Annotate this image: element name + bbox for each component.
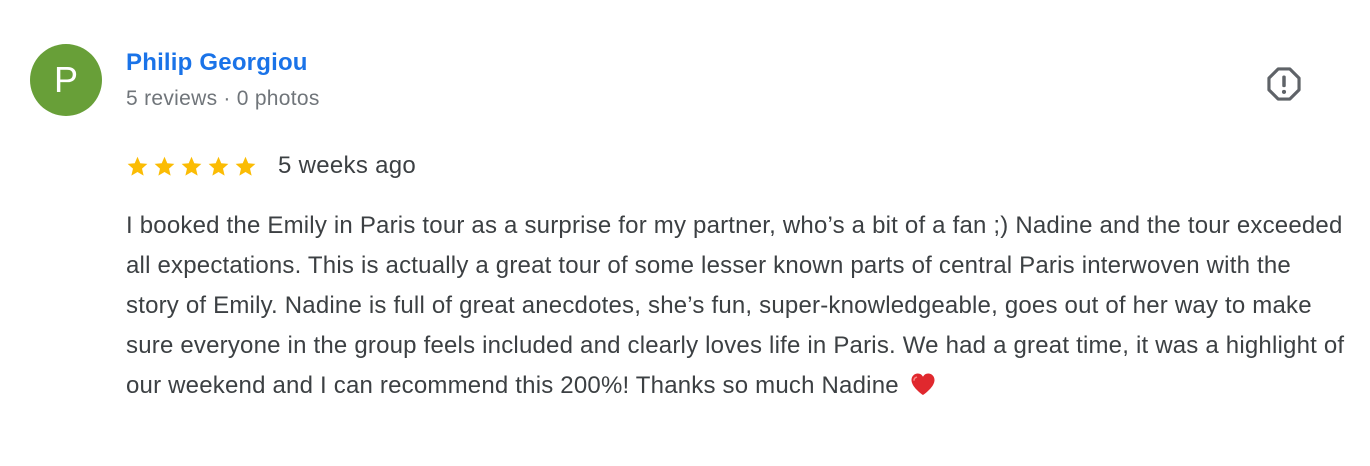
review-body: I booked the Emily in Paris tour as a su… — [126, 212, 1345, 399]
star-icon — [181, 156, 202, 176]
heart-icon — [911, 373, 935, 395]
review-text: I booked the Emily in Paris tour as a su… — [126, 206, 1346, 406]
star-icon — [154, 156, 175, 176]
meta-separator: · — [223, 87, 231, 110]
star-icon — [208, 156, 229, 176]
review-card: P Philip Georgiou 5 reviews · 0 photos 5 w… — [0, 0, 1370, 466]
star-icon — [127, 156, 148, 176]
avatar[interactable]: P — [30, 44, 102, 116]
star-rating — [126, 155, 261, 178]
report-icon — [1267, 67, 1301, 101]
rating-row: 5 weeks ago — [126, 150, 416, 182]
review-timestamp: 5 weeks ago — [278, 152, 417, 179]
reviewer-name-link[interactable]: Philip Georgiou — [126, 49, 308, 77]
avatar-initial: P — [53, 59, 78, 100]
reviews-count: 5 reviews — [126, 87, 218, 110]
report-review-button[interactable] — [1264, 64, 1304, 104]
reviewer-meta: 5 reviews · 0 photos — [126, 87, 320, 111]
photos-count: 0 photos — [236, 87, 320, 110]
star-icon — [235, 156, 256, 176]
